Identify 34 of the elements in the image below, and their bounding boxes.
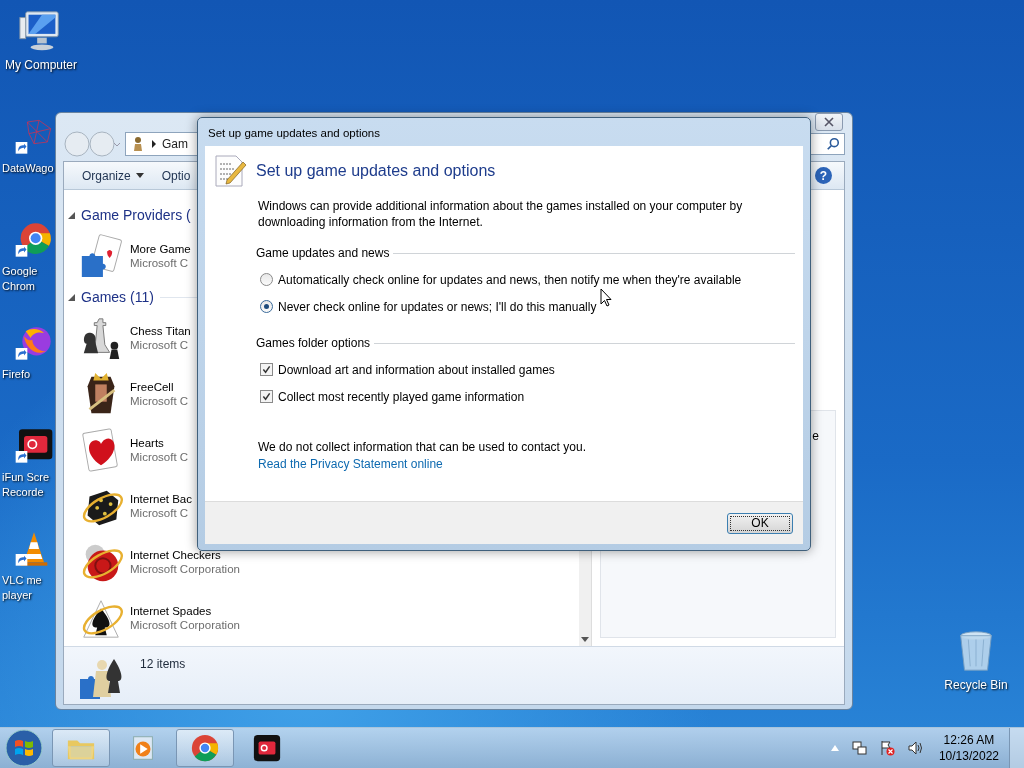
icon-label: DataWago [2, 161, 54, 176]
section-title: Game updates and news [256, 246, 390, 260]
icon-label: Firefo [2, 367, 31, 382]
window-title: Set up game updates and options [207, 126, 381, 141]
game-name: Hearts [130, 437, 165, 449]
details-text: e [812, 429, 819, 445]
icon-label: player [2, 588, 32, 603]
dialog-heading: Set up game updates and options [256, 162, 496, 180]
game-name: Chess Titan [130, 325, 191, 337]
game-name: Internet Bac [130, 493, 192, 505]
intro-text: Windows can provide additional information about the games installed on your computer by downloading information from the Internet. [258, 198, 744, 230]
publisher-name: Microsoft C [130, 395, 189, 407]
game-name: Internet Spades [130, 605, 213, 617]
clock-date: 10/13/2022 [938, 748, 999, 764]
icon-label: Recorde [2, 485, 44, 500]
publisher-name: Microsoft C [130, 507, 190, 519]
icon-label: iFun Scre [2, 470, 50, 485]
publisher-name: Microsoft C [130, 257, 190, 269]
section-title: Games folder options [256, 336, 371, 350]
publisher-name: Microsoft C [130, 451, 189, 463]
clock-time: 12:26 AM [943, 732, 995, 748]
publisher-name: Microsoft Corporation [130, 563, 240, 575]
icon-label: Google [2, 264, 38, 279]
icon-label: VLC me [2, 573, 42, 588]
icon-label: Recycle Bin [944, 678, 1008, 693]
publisher-name: Microsoft Corporation [130, 619, 240, 631]
game-name: Internet Checkers [130, 549, 222, 561]
icon-label: Chrom [2, 279, 35, 294]
publisher-name: Microsoft C [130, 339, 190, 351]
item-count: 12 items [140, 657, 186, 671]
icon-label: My Computer [5, 58, 77, 73]
privacy-note: We do not collect information that can be used to contact you. [258, 440, 587, 454]
game-name: FreeCell [130, 381, 175, 393]
game-name: More Game [130, 243, 191, 255]
